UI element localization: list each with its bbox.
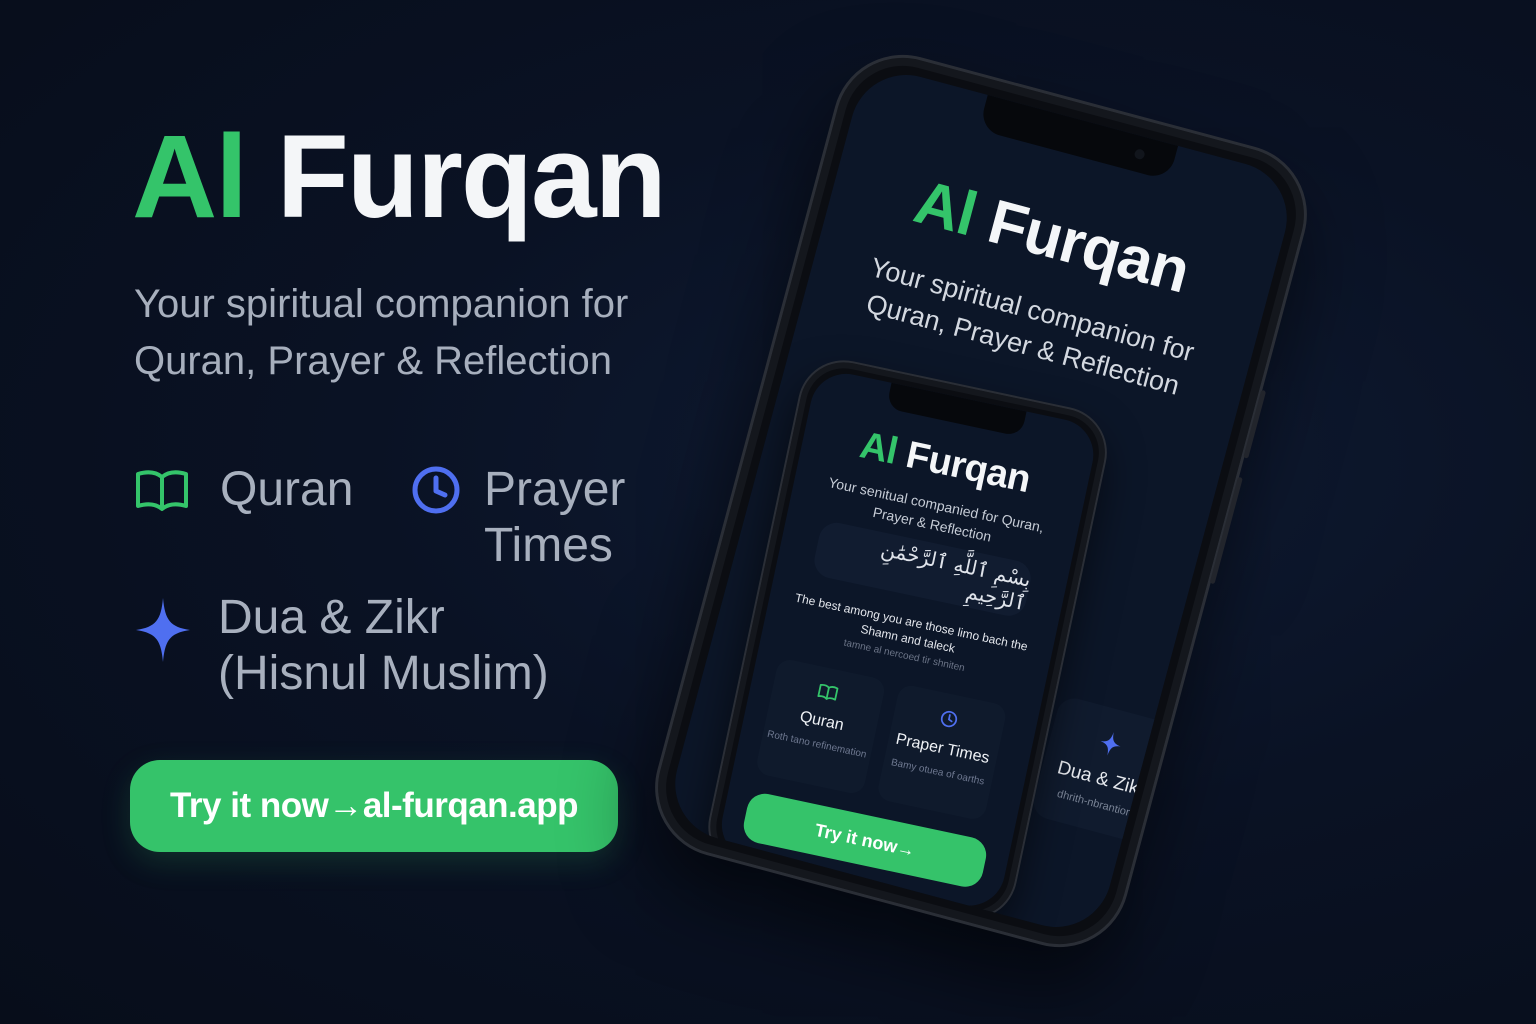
prayer-times-card[interactable]: Praper Times Bamy otuea of oarths (875, 683, 1008, 822)
phone-side-button (1243, 389, 1267, 459)
feature-prayer-times: Prayer Times (410, 462, 654, 574)
mockup-title-accent: Al (907, 167, 984, 250)
app-title: Al Furqan (132, 118, 667, 236)
app-title-accent: Al (132, 111, 248, 243)
feature-label: Dua & Zikr (Hisnul Muslim) (218, 591, 549, 700)
app-title-main: Furqan (276, 111, 667, 243)
feature-label: Quran (220, 463, 354, 516)
feature-label: Prayer Times (484, 463, 626, 572)
phone-notch (886, 382, 1027, 437)
inner-phone-mockup: Al Furqan Your senitual companied for Qu… (699, 351, 1116, 928)
quran-card[interactable]: Quran Roth tano refinemation (754, 657, 887, 796)
book-icon (134, 462, 190, 517)
inner-title-accent: Al (856, 424, 902, 473)
phone-notch (978, 94, 1179, 181)
phone-mockup: Al Furqan Your spiritual companion for Q… (639, 39, 1323, 963)
feature-dua-zikr: Dua & Zikr (Hisnul Muslim) (134, 590, 598, 702)
feature-quran: Quran (134, 462, 353, 518)
phone-screen: Al Furqan Your spiritual companion for Q… (662, 62, 1300, 940)
clock-icon (410, 462, 462, 521)
dua-zikr-card[interactable]: Dua & Zikr dhrith-nbrantion (1029, 694, 1178, 846)
inner-phone-screen: Al Furqan Your senitual companied for Qu… (715, 367, 1101, 913)
app-tagline: Your spiritual companion for Quran, Pray… (134, 282, 629, 383)
try-it-now-button[interactable]: Try it now→al-furqan.app (130, 760, 618, 852)
sparkle-icon (134, 590, 192, 669)
